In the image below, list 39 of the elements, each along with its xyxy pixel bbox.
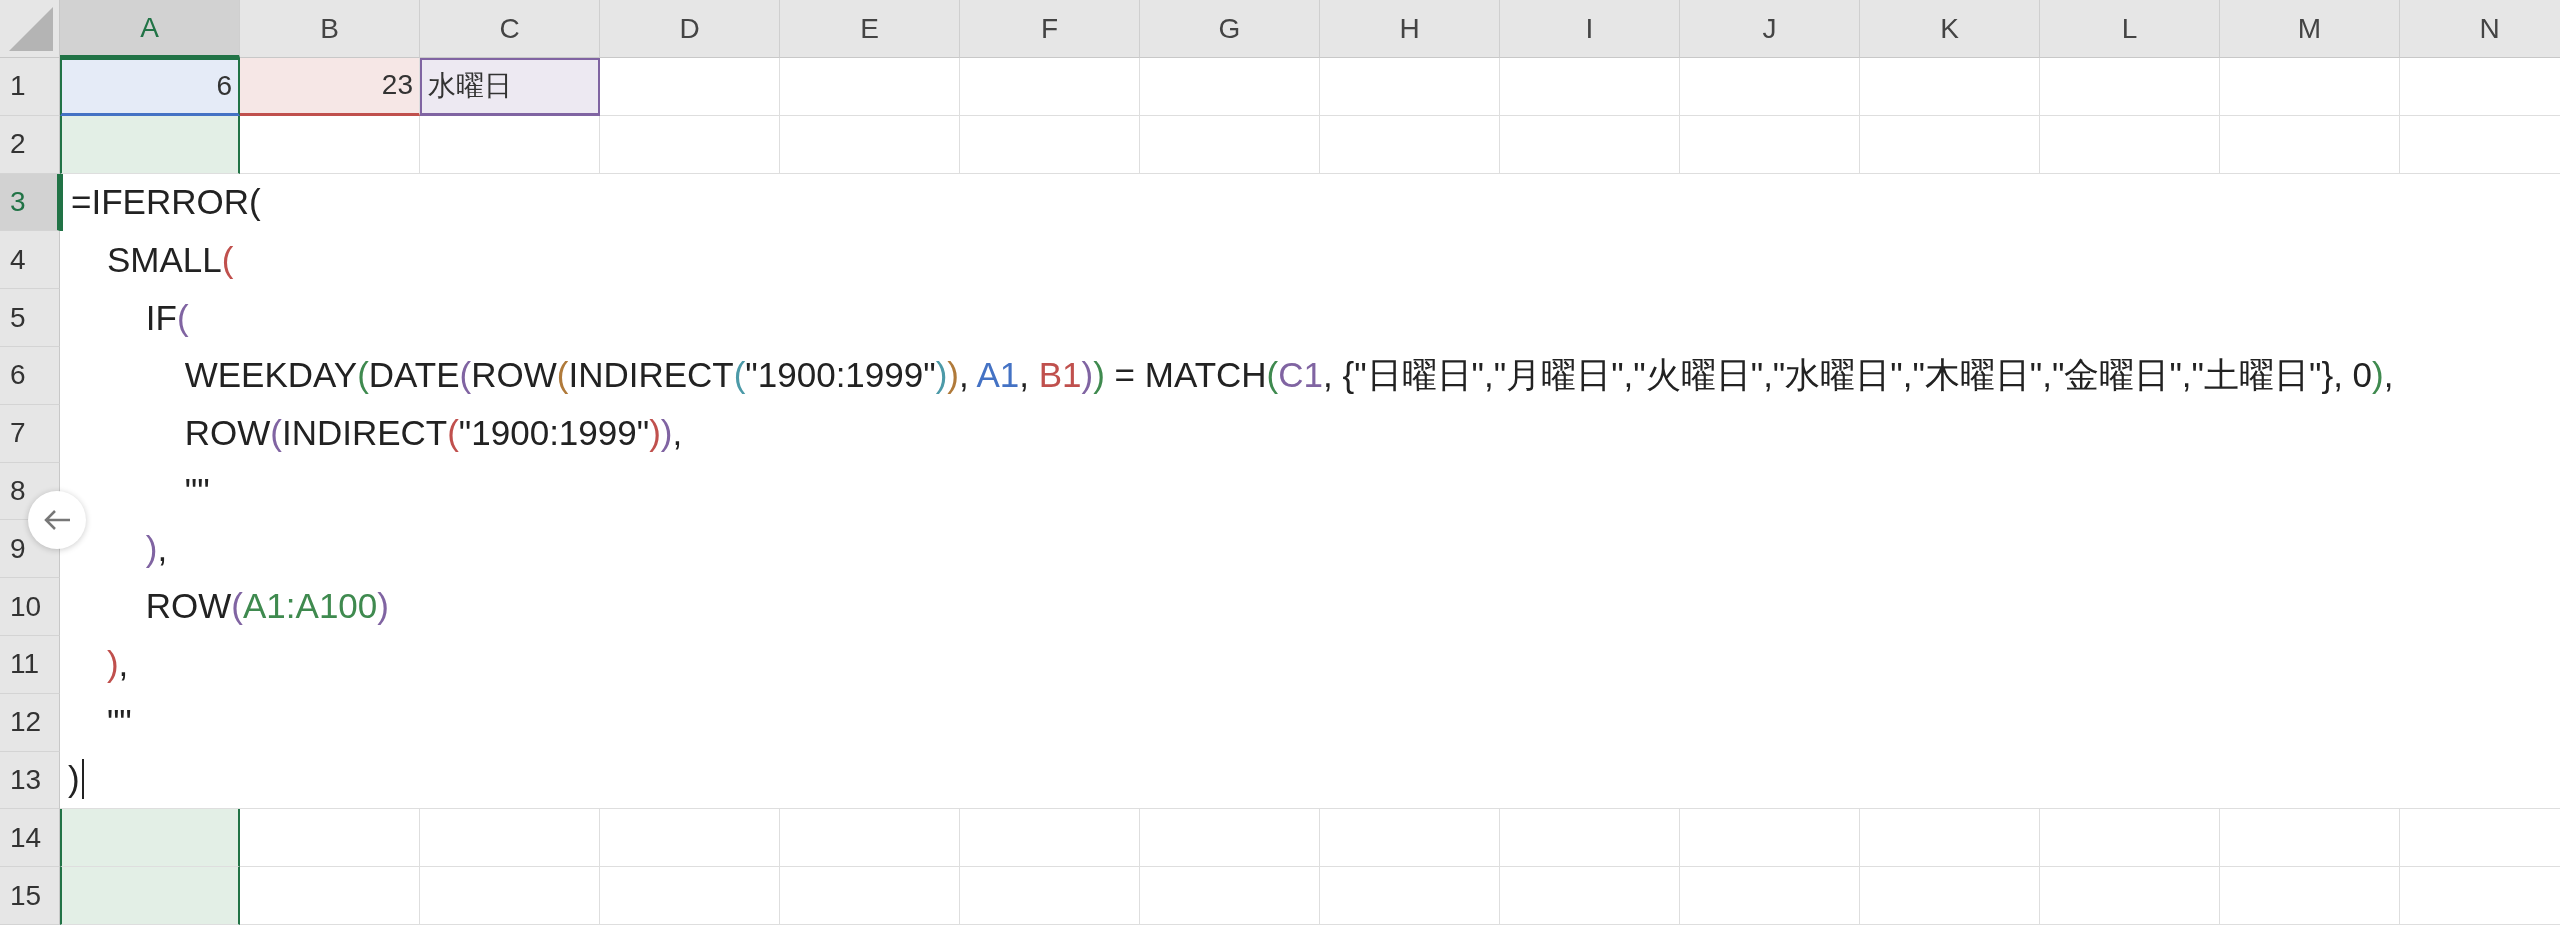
formula-line: ) — [68, 759, 80, 800]
column-header[interactable]: G — [1140, 0, 1320, 58]
column-header[interactable]: C — [420, 0, 600, 58]
cell-editor[interactable]: =IFERROR( SMALL( IF( WEEKDAY(DATE(ROW(INDIRECT("1900:1999")), A1, B1)) = MATCH(C1, {"日曜日","月曜日","火曜日","水曜日","木曜日","金曜日","土曜日"}, 0), ROW(INDIRECT("1900:1999")), "" ), ROW(A1:A100) ), "" ) — [60, 173, 2560, 810]
formula-line: ), — [106, 644, 129, 685]
column-header[interactable]: E — [780, 0, 960, 58]
row-header[interactable]: 6 — [10, 359, 26, 392]
row-header[interactable]: 7 — [10, 417, 26, 450]
back-arrow-icon — [42, 508, 72, 532]
column-header[interactable]: N — [2400, 0, 2560, 58]
formula-line: IF( — [145, 297, 189, 338]
column-header[interactable]: H — [1320, 0, 1500, 58]
row-header[interactable]: 3 — [10, 186, 26, 218]
table-cell: 23 — [240, 58, 420, 116]
column-header[interactable]: L — [2040, 0, 2220, 58]
formula-line: "" — [106, 701, 132, 742]
column-header[interactable]: B — [240, 0, 420, 58]
formula-line: WEEKDAY(DATE(ROW(INDIRECT("1900:1999")), A1, B1)) = MATCH(C1, {"日曜日","月曜日","火曜日","水曜日","木曜日","金曜日","土曜日"}, 0), — [184, 354, 2394, 397]
column-header[interactable]: I — [1500, 0, 1680, 58]
row-header[interactable]: 8 — [10, 474, 26, 507]
column-header[interactable]: J — [1680, 0, 1860, 58]
row-header[interactable]: 4 — [10, 243, 26, 276]
formula-line: ROW(INDIRECT("1900:1999")), — [184, 413, 683, 454]
table-cell: 6 — [60, 58, 240, 116]
formula-line: ROW(A1:A100) — [145, 586, 389, 627]
column-header[interactable]: M — [2220, 0, 2400, 58]
row-header[interactable]: 9 — [10, 532, 26, 565]
formula-line: SMALL( — [106, 240, 234, 281]
formula-line: ), — [145, 528, 168, 569]
row-header[interactable]: 1 — [10, 70, 26, 103]
formula-line: "" — [184, 470, 210, 511]
column-header[interactable]: F — [960, 0, 1140, 58]
table-cell: 水曜日 — [420, 58, 600, 116]
formula-line: =IFERROR( — [71, 182, 261, 223]
column-header[interactable]: K — [1860, 0, 2040, 58]
row-header[interactable]: 5 — [10, 301, 26, 334]
column-header[interactable]: D — [600, 0, 780, 58]
row-header[interactable]: 2 — [10, 128, 26, 161]
column-header[interactable]: A — [60, 0, 240, 58]
